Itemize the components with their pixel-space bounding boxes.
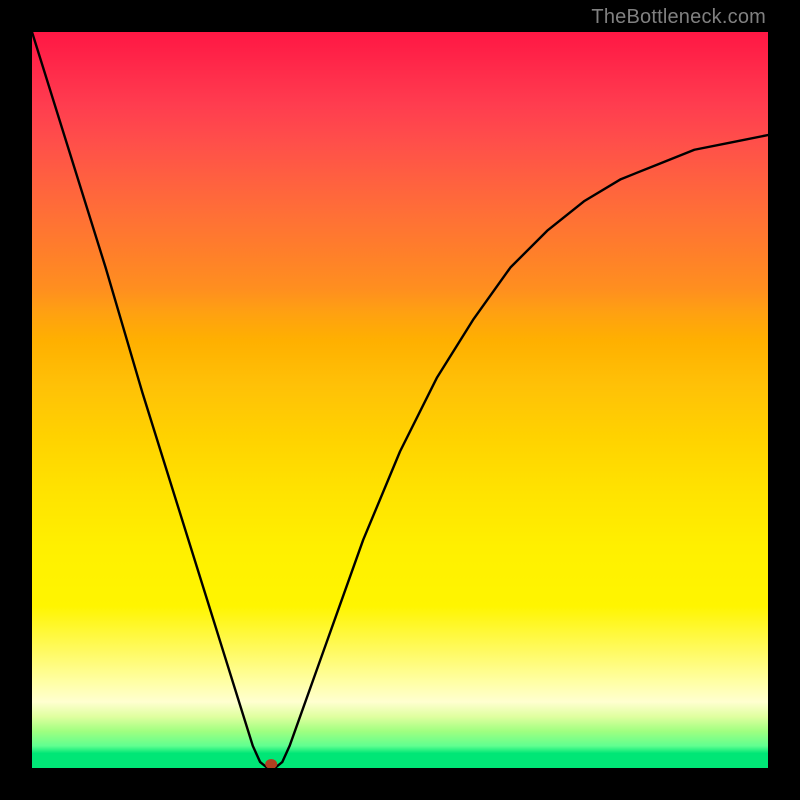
watermark-label: TheBottleneck.com bbox=[591, 6, 766, 29]
plot-area bbox=[32, 32, 768, 768]
minimum-marker bbox=[265, 759, 277, 768]
chart-frame: TheBottleneck.com bbox=[0, 0, 800, 800]
bottleneck-curve bbox=[32, 32, 768, 768]
